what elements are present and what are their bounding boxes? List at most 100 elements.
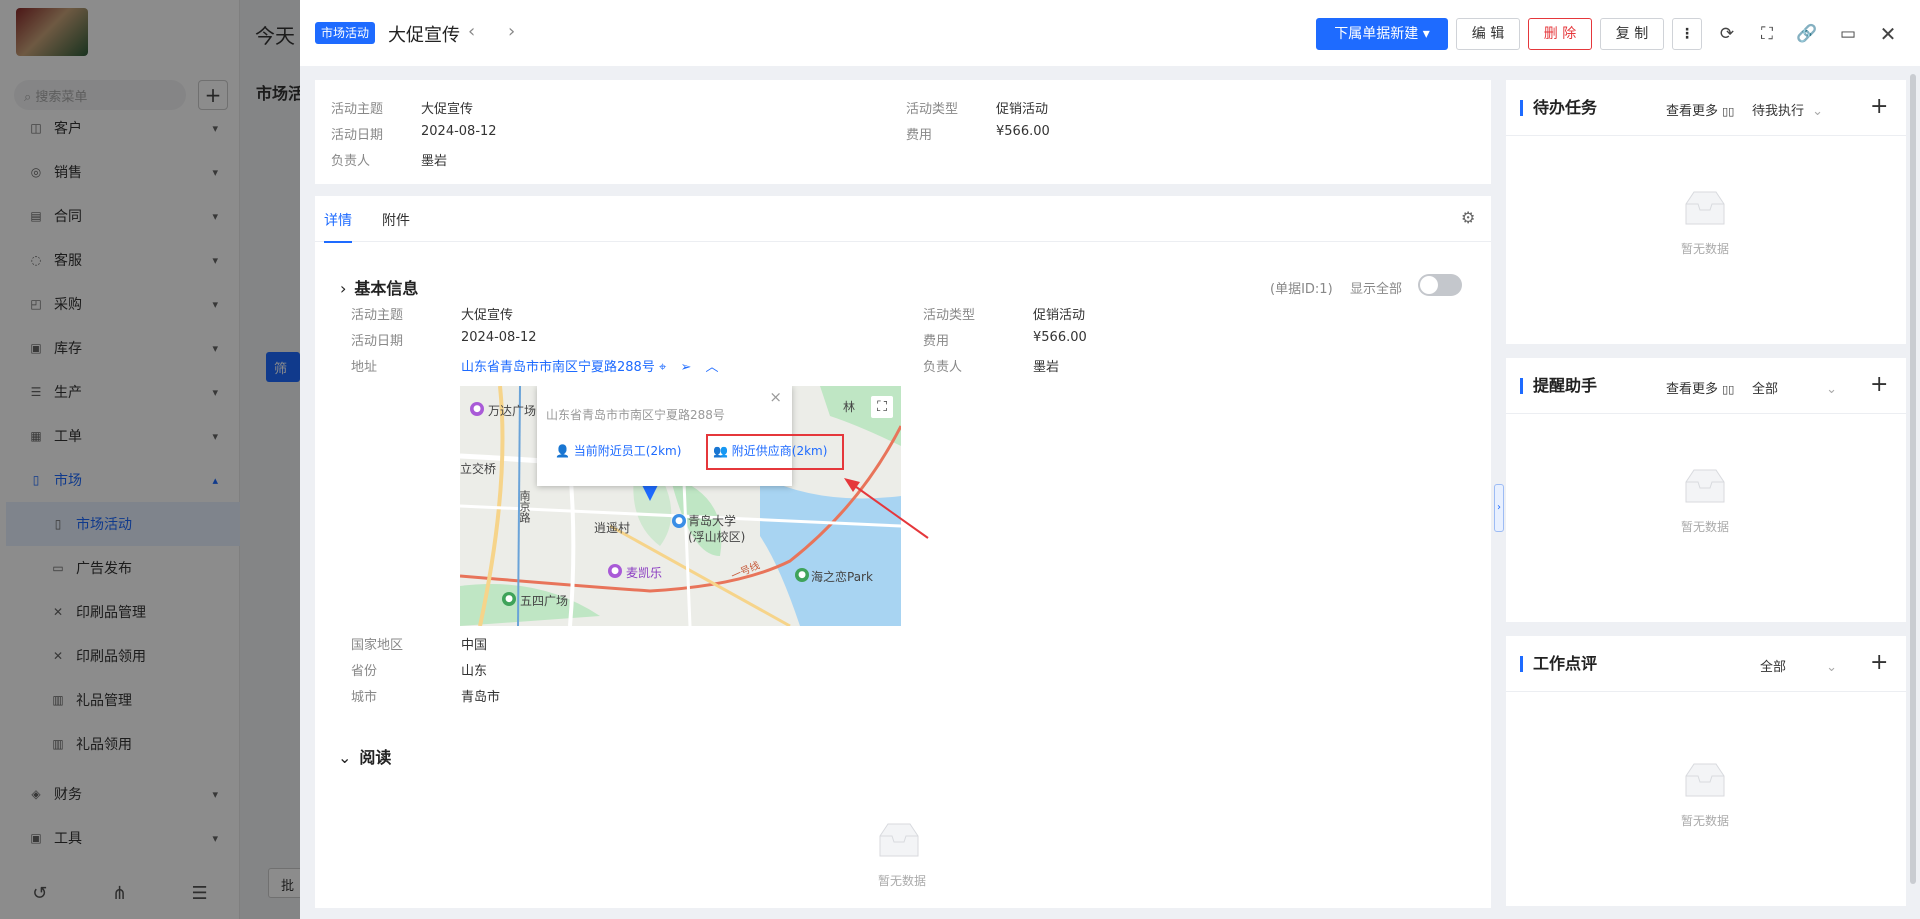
- record-type-tag: 市场活动: [315, 22, 376, 44]
- more-label: 查看更多: [1666, 104, 1719, 119]
- new-sub-record-label: 下属单据新建: [1334, 26, 1419, 42]
- work-review-panel: 工作点评 全部 ⌄ + 暂无数据: [1506, 636, 1906, 906]
- popup-address: 山东省青岛市市南区宁夏路288号: [546, 408, 725, 422]
- field-label: 活动主题: [351, 308, 404, 323]
- previous-record-icon[interactable]: ‹: [468, 21, 475, 42]
- empty-inbox-icon: [1685, 191, 1725, 225]
- map-label: 万达广场: [488, 404, 537, 418]
- empty-text: 暂无数据: [878, 874, 927, 888]
- address-link[interactable]: 山东省青岛市市南区宁夏路288号 ⌖ ➢ ︿: [461, 356, 719, 375]
- more-label: 查看更多: [1666, 382, 1719, 397]
- work-review-filter-select[interactable]: 全部 ⌄: [1760, 656, 1837, 675]
- close-icon[interactable]: ×: [769, 388, 782, 406]
- empty-text: 暂无数据: [1681, 814, 1730, 828]
- map-label: 五四广场: [520, 594, 569, 608]
- todo-filter-select[interactable]: 待我执行 ⌄: [1752, 100, 1823, 119]
- divider: [1506, 691, 1906, 692]
- field-value: 促销活动: [1033, 308, 1086, 323]
- field-label: 活动日期: [351, 334, 404, 349]
- summary-label: 活动日期: [331, 128, 384, 143]
- field-label: 城市: [351, 690, 378, 705]
- add-review-icon[interactable]: +: [1870, 652, 1888, 674]
- chevron-down-icon: ⌄: [1826, 660, 1838, 675]
- basic-info-title: 基本信息: [354, 279, 419, 298]
- refresh-icon[interactable]: ⟳: [1713, 20, 1741, 48]
- show-all-label: 显示全部: [1350, 282, 1403, 297]
- delete-button[interactable]: 删 除: [1528, 18, 1592, 50]
- location-pin-icon: ⌖: [658, 360, 667, 375]
- map-view[interactable]: ● 万达广场 立交桥 南京路 逍遥村 ● 青岛大学 (浮山校区) ● 麦凯乐 ●…: [460, 386, 901, 626]
- reminder-more-link[interactable]: 查看更多 ▯▯: [1666, 378, 1734, 397]
- summary-value: 墨岩: [421, 154, 448, 169]
- map-label: 青岛大学: [688, 514, 737, 528]
- field-value: 大促宣传: [461, 308, 514, 323]
- filter-label: 待我执行: [1752, 104, 1805, 119]
- filter-label: 全部: [1760, 660, 1787, 675]
- annotation-arrow: [844, 478, 929, 539]
- field-label: 省份: [351, 664, 378, 679]
- summary-value: 大促宣传: [421, 102, 474, 117]
- close-icon[interactable]: ✕: [1874, 20, 1902, 48]
- reminder-panel: 提醒助手 查看更多 ▯▯ 全部 ⌄ + 暂无数据: [1506, 358, 1906, 622]
- more-options-icon[interactable]: ⋮: [1672, 18, 1702, 50]
- empty-text: 暂无数据: [1681, 520, 1730, 534]
- book-icon: ▯▯: [1722, 105, 1735, 118]
- laptop-icon[interactable]: ▭: [1834, 20, 1862, 48]
- show-all-toggle[interactable]: [1418, 274, 1462, 296]
- copy-button[interactable]: 复 制: [1600, 18, 1664, 50]
- annotation-arrow-head: [844, 478, 860, 492]
- chevron-right-icon: ›: [340, 279, 347, 298]
- chevron-up-icon[interactable]: ︿: [705, 360, 718, 375]
- todo-more-link[interactable]: 查看更多 ▯▯: [1666, 100, 1734, 119]
- next-record-icon[interactable]: ›: [508, 21, 515, 42]
- todo-title: 待办任务: [1520, 100, 1597, 116]
- panel-collapse-handle[interactable]: ›: [1494, 484, 1504, 532]
- field-value: 中国: [461, 638, 488, 653]
- edit-button[interactable]: 编 辑: [1456, 18, 1520, 50]
- link-icon[interactable]: 🔗: [1793, 20, 1821, 48]
- add-todo-icon[interactable]: +: [1870, 96, 1888, 118]
- poi-park-icon: ●: [502, 592, 516, 606]
- reading-header[interactable]: ⌄ 阅读: [338, 744, 391, 768]
- poi-park-icon: ●: [795, 568, 809, 582]
- map-label: 海之恋Park: [811, 570, 873, 584]
- field-label: 负责人: [923, 360, 963, 375]
- summary-panel: 活动主题 大促宣传 活动日期 2024-08-12 负责人 墨岩 活动类型 促销…: [315, 80, 1491, 184]
- summary-label: 活动类型: [906, 102, 959, 117]
- empty-inbox-icon: [879, 823, 919, 857]
- highlight-box: [706, 434, 844, 470]
- fullscreen-icon[interactable]: ⛶: [1753, 20, 1781, 48]
- record-title: 大促宣传: [388, 25, 460, 46]
- field-label: 地址: [351, 360, 378, 375]
- summary-value: 2024-08-12: [421, 124, 497, 139]
- map-label: 逍遥村: [594, 521, 631, 535]
- tab-details[interactable]: 详情: [324, 210, 352, 243]
- map-label: (浮山校区): [688, 530, 746, 544]
- map-fullscreen-icon[interactable]: ⛶: [871, 396, 893, 418]
- reminder-filter-select[interactable]: 全部 ⌄: [1752, 378, 1837, 397]
- settings-gear-icon[interactable]: ⚙: [1461, 208, 1475, 227]
- summary-label: 活动主题: [331, 102, 384, 117]
- tab-attachments[interactable]: 附件: [382, 210, 410, 230]
- summary-label: 费用: [906, 128, 933, 143]
- new-sub-record-button[interactable]: 下属单据新建 ▾: [1316, 18, 1448, 50]
- field-label: 国家地区: [351, 638, 404, 653]
- field-value: 墨岩: [1033, 360, 1060, 375]
- nearby-staff-link[interactable]: 👤 当前附近员工(2km): [555, 442, 681, 459]
- field-value: ¥566.00: [1033, 330, 1087, 345]
- basic-info-header[interactable]: › 基本信息: [340, 275, 418, 299]
- user-icon: 👤: [555, 444, 570, 458]
- map-label: 立交桥: [460, 462, 497, 476]
- add-reminder-icon[interactable]: +: [1870, 374, 1888, 396]
- navigate-icon[interactable]: ➢: [680, 360, 691, 375]
- empty-inbox-icon: [1685, 763, 1725, 797]
- poi-shopping-icon: ●: [470, 402, 484, 416]
- annotation-arrow-line: [851, 483, 929, 539]
- reminder-title: 提醒助手: [1520, 378, 1597, 394]
- summary-value: 促销活动: [996, 102, 1049, 117]
- todo-panel: 待办任务 查看更多 ▯▯ 待我执行 ⌄ + 暂无数据: [1506, 80, 1906, 344]
- empty-inbox-icon: [1685, 469, 1725, 503]
- scrollbar[interactable]: [1910, 74, 1916, 884]
- map-label: 麦凯乐: [626, 566, 663, 580]
- document-id: (单据ID:1): [1270, 282, 1333, 297]
